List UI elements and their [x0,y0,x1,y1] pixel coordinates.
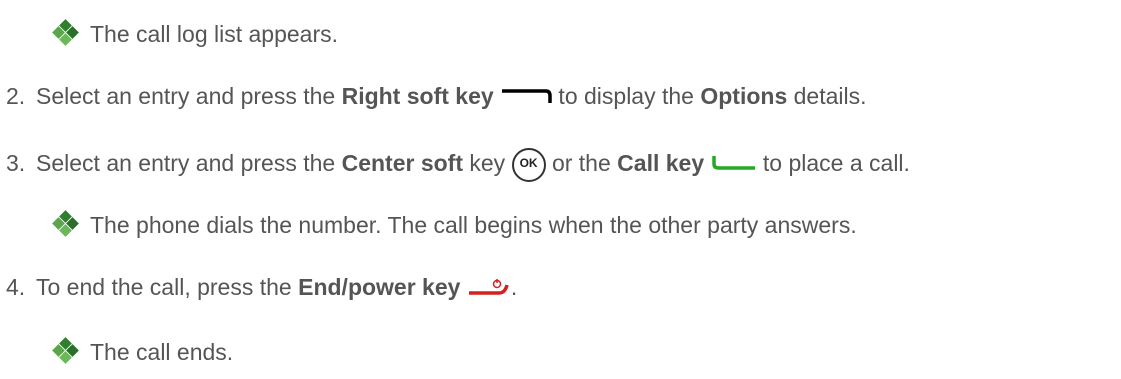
key-name-bold: End/power key [298,274,461,300]
green-diamond-bullet-icon [52,19,79,46]
step-text: or the [545,150,618,176]
step-number: 4. [6,274,26,300]
result-text: The phone dials the number. The call beg… [90,212,857,238]
step-2: 2. Select an entry and press the Right so… [6,85,867,109]
step-text: key [462,150,506,176]
result-note-dialing: The phone dials the number. The call beg… [52,210,857,238]
ok-key-icon: OK [511,148,546,182]
key-name-bold: Center soft [341,150,463,176]
green-diamond-bullet-icon [52,210,79,237]
step-number: 2. [6,83,26,109]
step-text: to place a call. [756,150,910,176]
result-text: The call ends. [90,339,234,365]
result-note-call-ends: The call ends. [52,337,234,365]
result-text: The call log list appears. [90,21,339,47]
step-3: 3. Select an entry and press the Center s… [6,148,910,182]
step-text: to display the [552,83,701,109]
green-diamond-bullet-icon [52,337,79,364]
end-power-key-icon [467,277,511,301]
step-text: details. [787,83,867,109]
result-note-call-log: The call log list appears. [52,19,339,47]
step-text: . [510,274,518,300]
key-name-bold: Call key [617,150,705,176]
key-name-bold: Right soft key [341,83,494,109]
right-soft-key-icon [500,86,552,109]
step-text: To end the call, press the [36,274,299,300]
step-text: Select an entry and press the [36,83,342,109]
step-text: Select an entry and press the [36,150,342,176]
call-key-icon [711,153,757,176]
step-number: 3. [6,150,26,176]
menu-name-bold: Options [700,83,788,109]
step-4: 4. To end the call, press the End/power k… [6,276,517,301]
